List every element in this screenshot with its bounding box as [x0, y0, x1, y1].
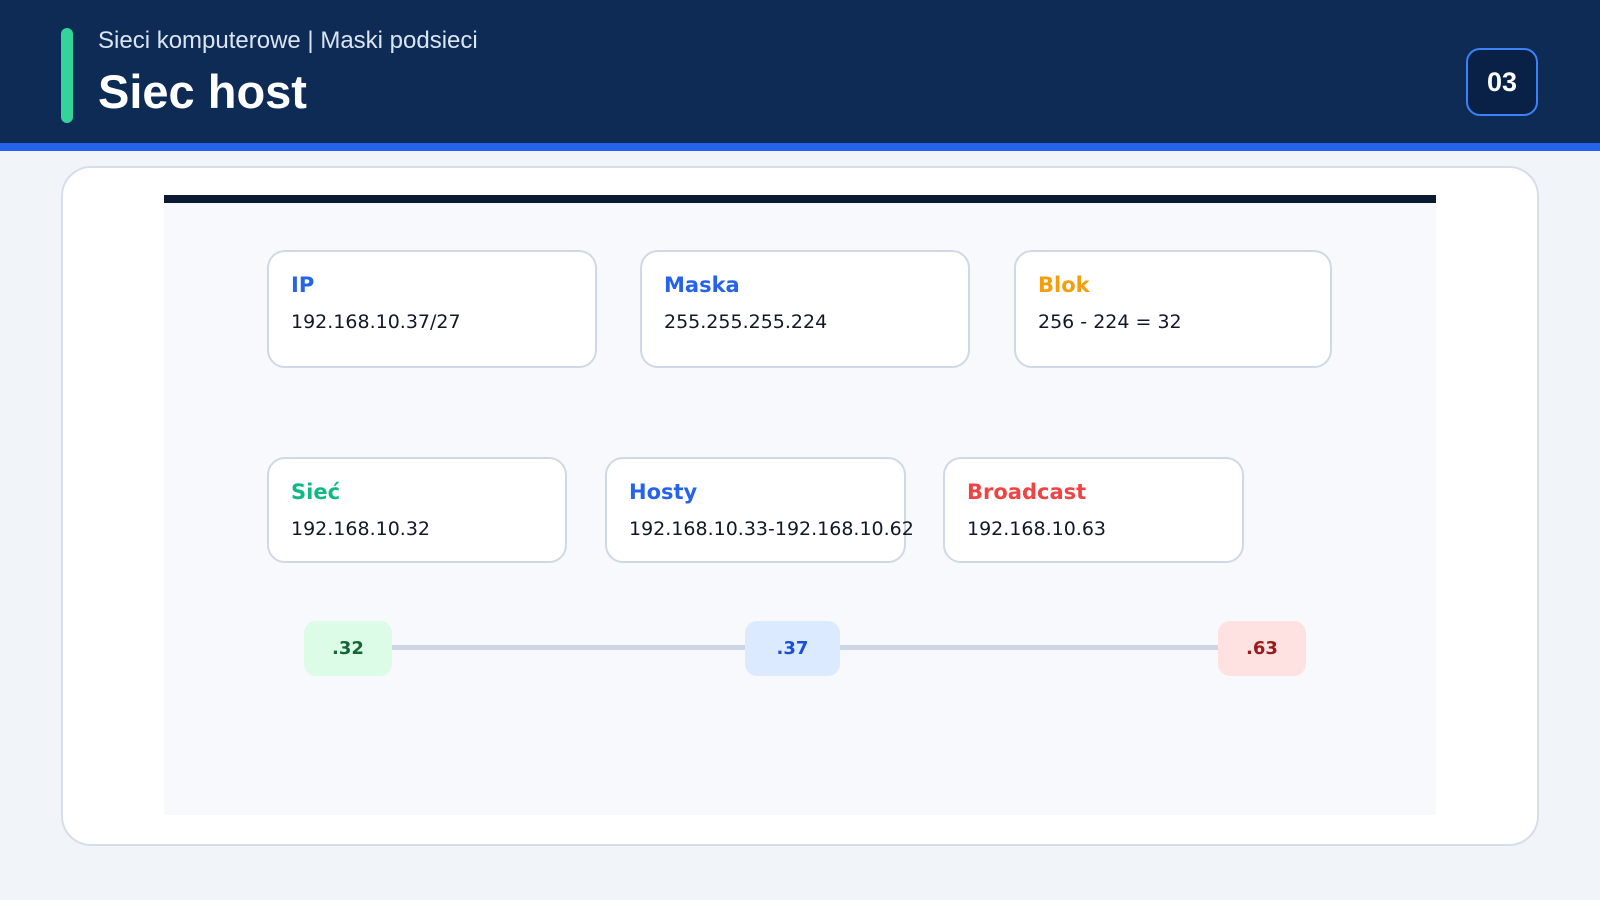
mask-card: Maska 255.255.255.224	[640, 250, 970, 368]
ip-value: 192.168.10.37/27	[291, 311, 461, 333]
block-card: Blok 256 - 224 = 32	[1014, 250, 1332, 368]
page-subtitle: Sieci komputerowe | Maski podsieci	[98, 27, 478, 54]
ip-card: IP 192.168.10.37/27	[267, 250, 597, 368]
broadcast-address-marker: .63	[1218, 621, 1306, 676]
page-number-badge: 03	[1466, 48, 1538, 116]
hosts-value: 192.168.10.33-192.168.10.62	[629, 518, 914, 540]
network-card: Sieć 192.168.10.32	[267, 457, 567, 563]
mask-value: 255.255.255.224	[664, 311, 828, 333]
hosts-card: Hosty 192.168.10.33-192.168.10.62	[605, 457, 914, 563]
canvas-top-rule	[164, 195, 1436, 203]
host-address-marker: .37	[745, 621, 840, 676]
network-value: 192.168.10.32	[291, 518, 431, 540]
network-label: Sieć	[291, 480, 341, 504]
broadcast-card: Broadcast 192.168.10.63	[943, 457, 1244, 563]
diagram-canvas: IP 192.168.10.37/27 Maska 255.255.255.22…	[164, 195, 1436, 815]
ip-label: IP	[291, 273, 315, 297]
broadcast-value: 192.168.10.63	[967, 518, 1107, 540]
broadcast-label: Broadcast	[967, 480, 1087, 504]
block-label: Blok	[1038, 273, 1090, 297]
mask-label: Maska	[664, 273, 740, 297]
network-address-marker: .32	[304, 621, 392, 676]
accent-bar	[61, 28, 73, 123]
page-title: Siec host	[98, 65, 307, 118]
hosts-label: Hosty	[629, 480, 698, 504]
header-underline	[0, 143, 1600, 151]
block-value: 256 - 224 = 32	[1038, 311, 1182, 333]
